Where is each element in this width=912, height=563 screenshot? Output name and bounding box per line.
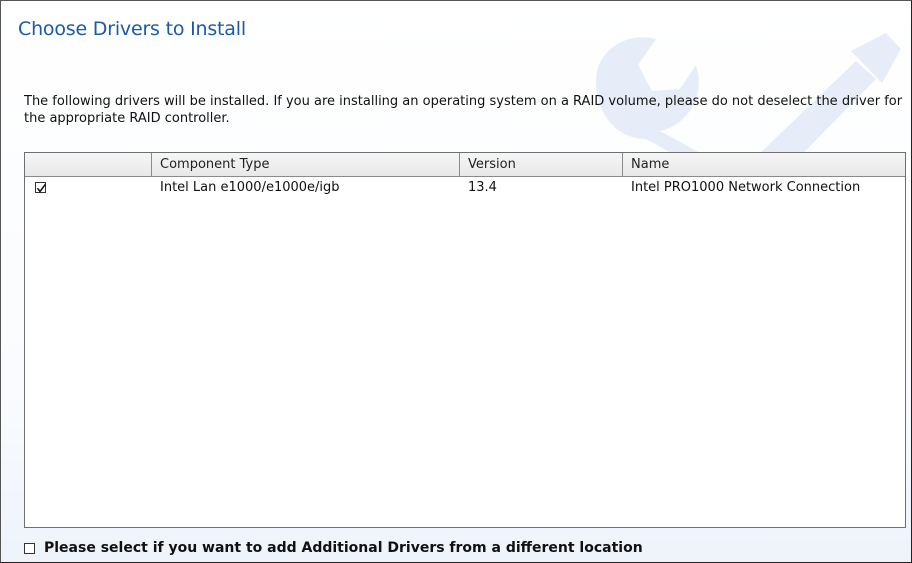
table-row[interactable]: Intel Lan e1000/e1000e/igb 13.4 Intel PR… xyxy=(25,177,905,199)
driver-install-panel: Choose Drivers to Install The following … xyxy=(0,0,912,563)
additional-drivers-checkbox[interactable] xyxy=(24,543,35,554)
cell-component-type: Intel Lan e1000/e1000e/igb xyxy=(160,180,340,195)
drivers-table: Component Type Version Name Intel Lan e1… xyxy=(24,152,906,528)
additional-drivers-label[interactable]: Please select if you want to add Additio… xyxy=(44,538,643,558)
column-header-component-type[interactable]: Component Type xyxy=(152,153,460,176)
cell-name: Intel PRO1000 Network Connection xyxy=(631,180,861,195)
page-title: Choose Drivers to Install xyxy=(18,18,246,40)
instructions-text: The following drivers will be installed.… xyxy=(24,94,903,126)
cell-version: 13.4 xyxy=(468,180,497,195)
row-select-checkbox[interactable] xyxy=(35,182,47,193)
column-header-version[interactable]: Version xyxy=(460,153,623,176)
checkmark-icon xyxy=(36,183,47,193)
column-header-select[interactable] xyxy=(25,153,152,176)
table-header: Component Type Version Name xyxy=(25,153,905,177)
column-header-name[interactable]: Name xyxy=(623,153,905,176)
